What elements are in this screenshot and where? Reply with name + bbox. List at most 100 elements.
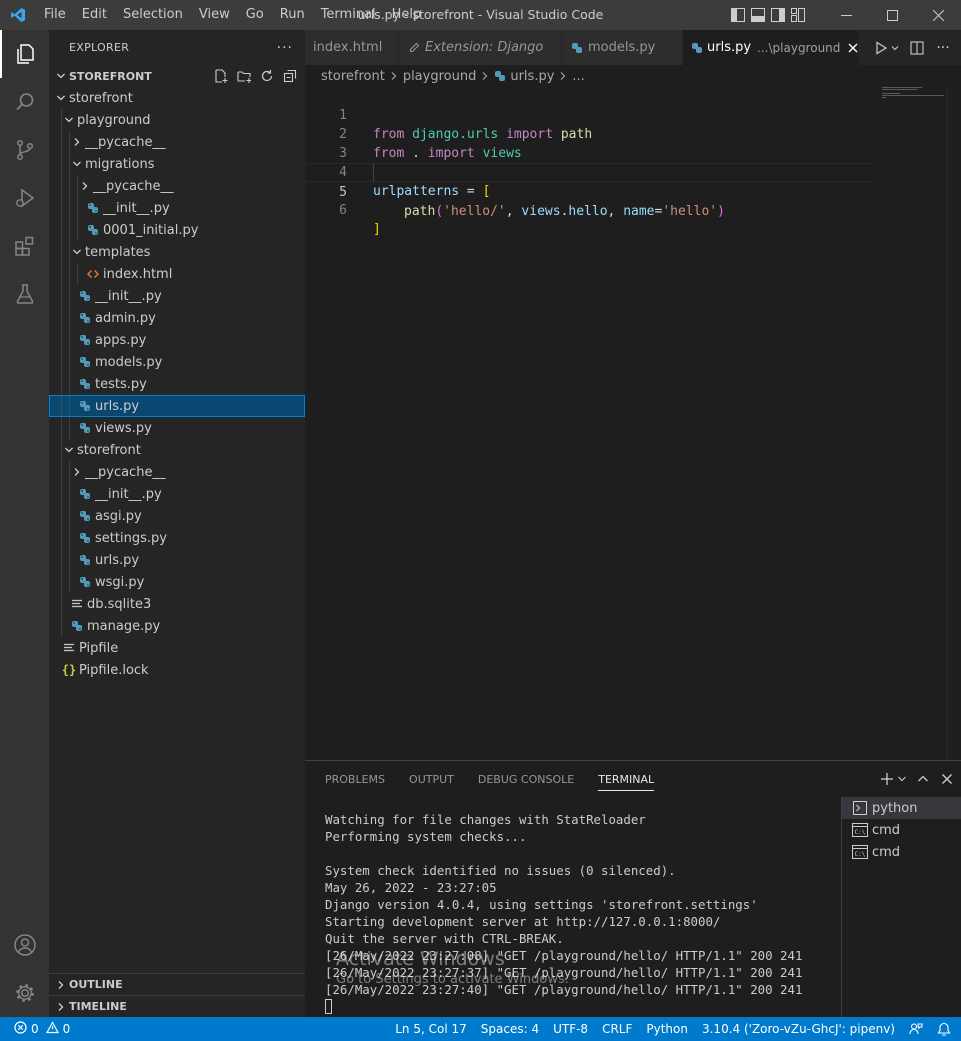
tree-file[interactable]: urls.py [49,549,305,571]
close-panel-icon[interactable] [939,771,955,787]
tree-file[interactable]: urls.py [49,395,305,417]
tab-index-html[interactable]: index.html [305,30,399,65]
tree-file[interactable]: asgi.py [49,505,305,527]
toggle-panel-icon[interactable] [751,8,765,22]
tree-folder[interactable]: migrations [49,153,305,175]
indentation[interactable]: Spaces: 4 [474,1022,546,1036]
run-debug-icon[interactable] [0,174,49,222]
vscode-logo-icon[interactable] [0,0,36,30]
tree-folder[interactable]: __pycache__ [49,131,305,153]
tab-output[interactable]: OUTPUT [409,770,454,790]
source-control-icon[interactable] [0,126,49,174]
python-interpreter[interactable]: 3.10.4 ('Zoro-vZu-GhcJ': pipenv) [695,1022,902,1036]
problems-status[interactable]: 0 0 [0,1021,70,1037]
terminal-item-python[interactable]: python [842,797,961,819]
activity-bar [0,30,49,1017]
tree-item-label: admin.py [95,310,156,326]
terminal-line: Performing system checks... [325,829,527,844]
minimize-icon[interactable] [823,0,869,30]
accounts-icon[interactable] [0,921,49,969]
maximize-panel-chevron-up-icon[interactable] [915,771,931,787]
project-section-header[interactable]: STOREFRONT [49,65,305,87]
run-python-icon[interactable] [873,40,889,56]
tab-terminal[interactable]: TERMINAL [598,770,655,791]
language-mode[interactable]: Python [639,1022,695,1036]
tab-urls-py[interactable]: urls.py ...\playground [683,30,859,65]
terminal-dropdown-chevron-icon[interactable] [897,771,907,787]
outline-section[interactable]: OUTLINE [49,973,305,995]
more-actions-icon[interactable]: ··· [277,40,293,56]
settings-gear-icon[interactable] [0,969,49,1017]
menu-help[interactable]: Help [384,0,430,30]
breadcrumb-symbol[interactable]: ... [572,69,584,84]
tree-file[interactable]: tests.py [49,373,305,395]
tree-folder[interactable]: storefront [49,87,305,109]
new-file-icon[interactable] [214,68,228,84]
tree-file[interactable]: settings.py [49,527,305,549]
menu-run[interactable]: Run [272,0,313,30]
tree-folder[interactable]: __pycache__ [49,461,305,483]
tree-folder[interactable]: storefront [49,439,305,461]
breadcrumb-storefront[interactable]: storefront [321,69,385,84]
notifications-bell-icon[interactable] [930,1022,961,1036]
menu-selection[interactable]: Selection [115,0,191,30]
menu-edit[interactable]: Edit [74,0,115,30]
new-terminal-plus-icon[interactable] [879,771,895,787]
tree-file[interactable]: admin.py [49,307,305,329]
code-editor[interactable]: 1 from django.urls import path 2 from . … [305,87,961,760]
tree-file[interactable]: 0001_initial.py [49,219,305,241]
tree-file[interactable]: db.sqlite3 [49,593,305,615]
editor-scrollbar[interactable] [947,87,961,760]
breadcrumb-playground[interactable]: playground [403,69,477,84]
indent-guide [69,241,70,263]
tab-debug-console[interactable]: DEBUG CONSOLE [478,770,574,790]
feedback-icon[interactable] [902,1022,930,1036]
toggle-sidebar-icon[interactable] [731,8,745,22]
more-actions-icon[interactable]: ··· [935,40,951,56]
terminal-item-cmd[interactable]: C:\ cmd [842,819,961,841]
collapse-all-icon[interactable] [283,68,297,84]
menu-go[interactable]: Go [238,0,272,30]
maximize-icon[interactable] [869,0,915,30]
menu-file[interactable]: File [36,0,74,30]
tab-models-py[interactable]: models.py [562,30,683,65]
search-icon[interactable] [0,78,49,126]
tree-file[interactable]: manage.py [49,615,305,637]
run-dropdown-chevron-icon[interactable] [891,40,899,56]
tree-file[interactable]: __init__.py [49,197,305,219]
tree-file[interactable]: wsgi.py [49,571,305,593]
tree-file[interactable]: __init__.py [49,285,305,307]
testing-flask-icon[interactable] [0,270,49,318]
split-editor-icon[interactable] [909,40,925,56]
menu-terminal[interactable]: Terminal [313,0,384,30]
terminal-output[interactable]: Watching for file changes with StatReloa… [325,811,840,1016]
tree-file[interactable]: __init__.py [49,483,305,505]
breadcrumb-urls-py[interactable]: urls.py [510,69,554,84]
terminal-item-cmd[interactable]: C:\ cmd [842,841,961,863]
tree-folder[interactable]: templates [49,241,305,263]
tree-file[interactable]: apps.py [49,329,305,351]
toggle-secondary-sidebar-icon[interactable] [771,8,785,22]
close-tab-icon[interactable] [848,43,858,53]
extensions-icon[interactable] [0,222,49,270]
close-window-icon[interactable] [915,0,961,30]
refresh-icon[interactable] [260,68,274,84]
tree-file[interactable]: {} Pipfile.lock [49,659,305,681]
explorer-icon[interactable] [0,30,49,78]
end-of-line[interactable]: CRLF [595,1022,639,1036]
minimap[interactable] [882,87,947,99]
tree-file[interactable]: views.py [49,417,305,439]
tree-folder[interactable]: playground [49,109,305,131]
new-folder-icon[interactable] [237,68,251,84]
customize-layout-icon[interactable] [791,8,805,22]
encoding[interactable]: UTF-8 [546,1022,595,1036]
tree-folder[interactable]: __pycache__ [49,175,305,197]
cursor-position[interactable]: Ln 5, Col 17 [388,1022,474,1036]
tree-file[interactable]: Pipfile [49,637,305,659]
tab-problems[interactable]: PROBLEMS [325,770,385,790]
menu-view[interactable]: View [191,0,238,30]
tree-file[interactable]: index.html [49,263,305,285]
timeline-section[interactable]: TIMELINE [49,995,305,1017]
tree-file[interactable]: models.py [49,351,305,373]
tab-extension-django[interactable]: Extension: Django [399,30,562,65]
